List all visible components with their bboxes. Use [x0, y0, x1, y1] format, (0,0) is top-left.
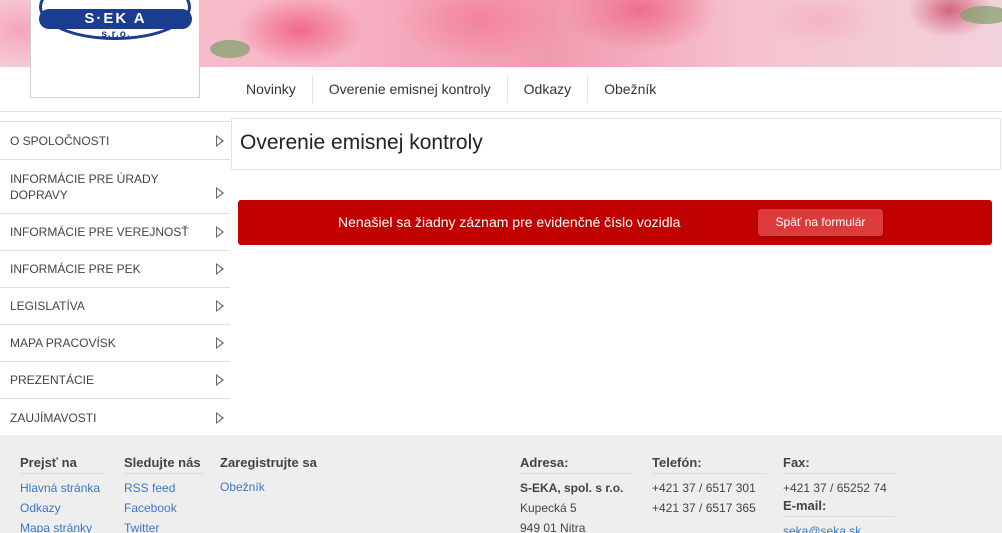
footer-phone-column: Telefón: +421 37 / 6517 301 +421 37 / 65…: [652, 455, 766, 518]
street-address: Kupecká 5: [520, 501, 577, 515]
sidebar-item-label: INFORMÁCIE PRE PEK: [10, 262, 141, 276]
footer-heading: Prejsť na: [20, 455, 104, 474]
company-name: S-EKA, spol. s r.o.: [520, 481, 624, 495]
nav-overenie-emisnej-kontroly[interactable]: Overenie emisnej kontroly: [313, 75, 508, 103]
nav-odkazy[interactable]: Odkazy: [508, 75, 589, 103]
sidebar-item-prezentacie[interactable]: PREZENTÁCIE: [0, 362, 230, 399]
chevron-right-icon: [216, 374, 224, 386]
chevron-right-icon: [216, 226, 224, 238]
sidebar-menu: O SPOLOČNOSTI INFORMÁCIE PRE ÚRADY DOPRA…: [0, 121, 230, 436]
footer-link-rss-feed[interactable]: RSS feed: [124, 478, 204, 498]
alert-message: Nenašiel sa žiadny záznam pre evidenčné …: [338, 214, 681, 230]
chevron-right-icon: [216, 411, 224, 424]
nav-novinky[interactable]: Novinky: [230, 75, 313, 103]
fax-number: +421 37 / 65252 74: [783, 481, 887, 495]
sidebar-item-label: LEGISLATÍVA: [10, 299, 85, 313]
footer-heading: Adresa:: [520, 455, 632, 474]
sidebar-item-label: ZAUJÍMAVOSTI: [10, 410, 97, 425]
logo[interactable]: S·EK A s.r.o.: [30, 0, 200, 98]
sidebar-item-label: O SPOLOČNOSTI: [10, 133, 110, 148]
email-link[interactable]: seka@seka.sk: [783, 521, 895, 533]
footer-heading: Sledujte nás: [124, 455, 204, 474]
footer: Prejsť na Hlavná stránka Odkazy Mapa str…: [0, 435, 1002, 533]
nav-obeznik[interactable]: Obežník: [588, 75, 672, 103]
footer-goto-column: Prejsť na Hlavná stránka Odkazy Mapa str…: [20, 455, 104, 533]
footer-address-column: Adresa: S-EKA, spol. s r.o. Kupecká 5 94…: [520, 455, 632, 533]
footer-link-hlavna-stranka[interactable]: Hlavná stránka: [20, 478, 104, 498]
sidebar-item-label: PREZENTÁCIE: [10, 373, 95, 387]
footer-link-odkazy[interactable]: Odkazy: [20, 498, 104, 518]
footer-follow-column: Sledujte nás RSS feed Facebook Twitter: [124, 455, 204, 533]
city-address: 949 01 Nitra: [520, 521, 586, 533]
footer-fax-column: Fax: +421 37 / 65252 74 E-mail: seka@sek…: [783, 455, 895, 533]
logo-text: S·EK A: [84, 10, 147, 27]
back-to-form-button[interactable]: Späť na formulár: [758, 209, 883, 236]
footer-heading: Zaregistrujte sa: [220, 455, 317, 470]
chevron-right-icon: [216, 263, 224, 275]
chevron-right-icon: [216, 186, 224, 199]
sidebar-item-zaujimavosti[interactable]: ZAUJÍMAVOSTI: [0, 399, 230, 436]
error-alert: Nenašiel sa žiadny záznam pre evidenčné …: [238, 200, 992, 245]
footer-link-obeznik[interactable]: Obežník: [220, 477, 320, 497]
phone-number: +421 37 / 6517 301: [652, 481, 756, 495]
sidebar-item-informacie-pre-pek[interactable]: INFORMÁCIE PRE PEK: [0, 251, 230, 288]
sidebar-item-mapa-pracovisk[interactable]: MAPA PRACOVÍSK: [0, 325, 230, 362]
sidebar-item-informacie-pre-verejnost[interactable]: INFORMÁCIE PRE VEREJNOSŤ: [0, 214, 230, 251]
page-title: Overenie emisnej kontroly: [240, 131, 483, 154]
sidebar-item-label: MAPA PRACOVÍSK: [10, 336, 116, 350]
footer-heading: Telefón:: [652, 455, 766, 474]
footer-link-facebook[interactable]: Facebook: [124, 498, 204, 518]
footer-link-twitter[interactable]: Twitter: [124, 518, 204, 533]
footer-link-mapa-stranky[interactable]: Mapa stránky: [20, 518, 104, 533]
phone-number: +421 37 / 6517 365: [652, 501, 756, 515]
chevron-right-icon: [216, 134, 224, 147]
sidebar-item-label: INFORMÁCIE PRE ÚRADY DOPRAVY: [10, 171, 159, 202]
footer-register-column: Zaregistrujte sa Obežník: [220, 455, 320, 497]
page: S·EK A s.r.o. Novinky Overenie emisnej k…: [0, 0, 1002, 533]
sidebar-item-label: INFORMÁCIE PRE VEREJNOSŤ: [10, 225, 189, 239]
page-title-bar: Overenie emisnej kontroly: [231, 118, 1001, 170]
chevron-right-icon: [216, 300, 224, 312]
logo-subtext: s.r.o.: [101, 29, 131, 40]
sidebar-item-legislativa[interactable]: LEGISLATÍVA: [0, 288, 230, 325]
footer-heading: Fax:: [783, 455, 895, 474]
sidebar-item-o-spolocnosti[interactable]: O SPOLOČNOSTI: [0, 122, 230, 160]
chevron-right-icon: [216, 337, 224, 349]
footer-heading: E-mail:: [783, 498, 895, 517]
sidebar-item-informacie-pre-urady-dopravy[interactable]: INFORMÁCIE PRE ÚRADY DOPRAVY: [0, 160, 230, 214]
